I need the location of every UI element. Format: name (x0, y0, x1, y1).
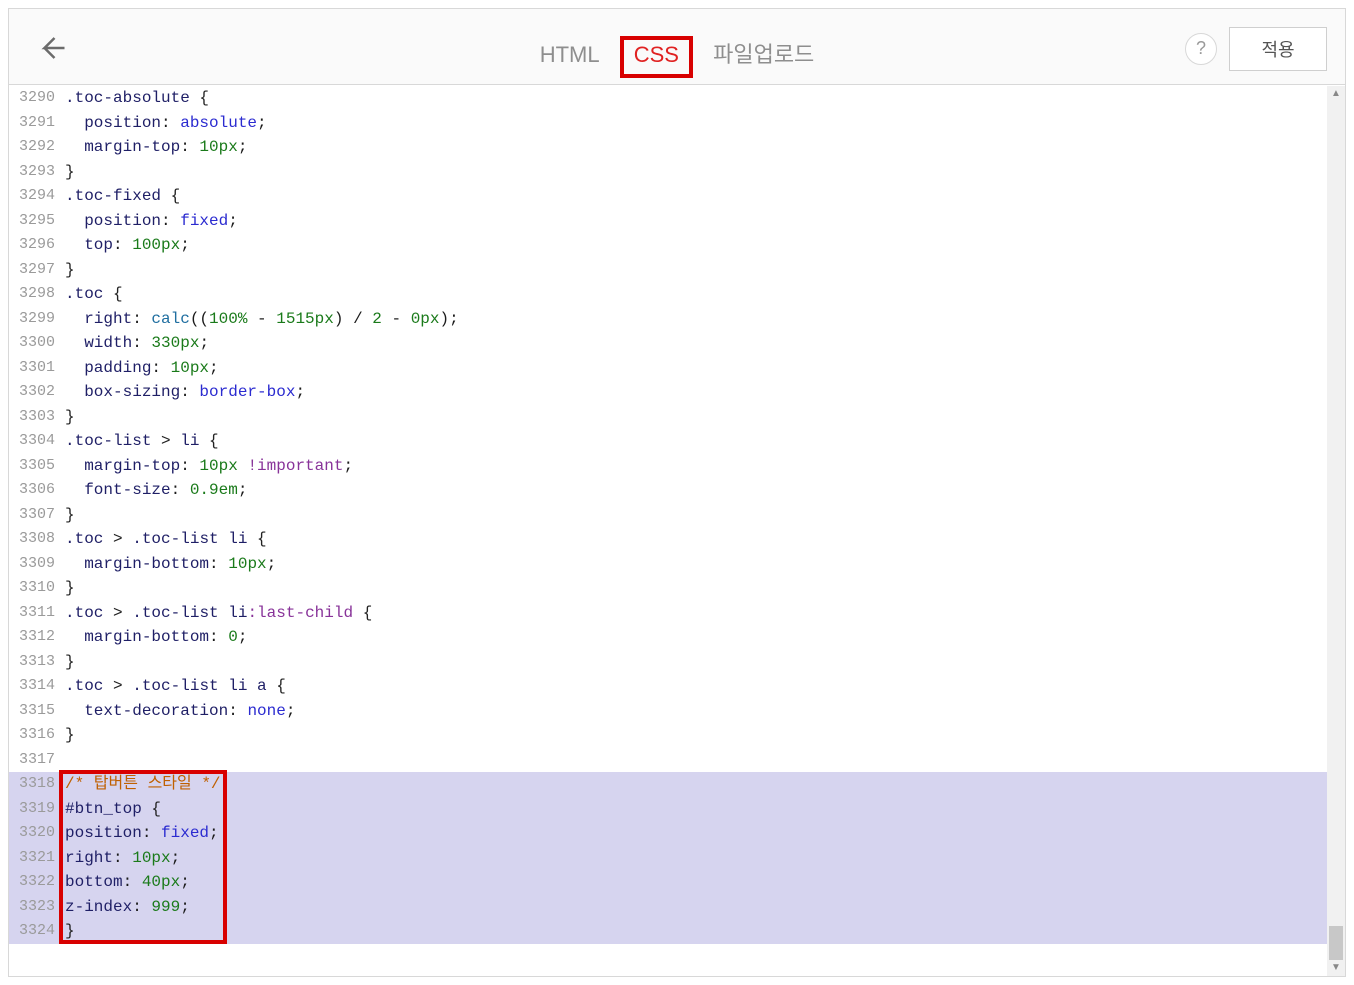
line-number: 3311 (9, 601, 61, 626)
line-number: 3297 (9, 258, 61, 283)
code-line[interactable]: .toc > .toc-list li { (61, 527, 1327, 552)
line-number: 3293 (9, 160, 61, 185)
tabs: HTML CSS 파일업로드 (9, 31, 1345, 78)
code-line[interactable]: top: 100px; (61, 233, 1327, 258)
line-number: 3316 (9, 723, 61, 748)
header-bar: HTML CSS 파일업로드 ? 적용 (9, 9, 1345, 85)
line-number: 3313 (9, 650, 61, 675)
code-line[interactable]: padding: 10px; (61, 356, 1327, 381)
code-line[interactable]: bottom: 40px; (61, 870, 1327, 895)
code-line[interactable]: text-decoration: none; (61, 699, 1327, 724)
code-line[interactable]: #btn_top { (61, 797, 1327, 822)
tab-css[interactable]: CSS (620, 36, 693, 78)
line-number: 3298 (9, 282, 61, 307)
tab-file-upload[interactable]: 파일업로드 (699, 31, 828, 75)
help-button[interactable]: ? (1185, 33, 1217, 65)
scroll-thumb[interactable] (1329, 926, 1343, 960)
code-line[interactable]: width: 330px; (61, 331, 1327, 356)
line-number: 3317 (9, 748, 61, 773)
scroll-up-icon[interactable]: ▲ (1327, 86, 1345, 102)
line-number: 3306 (9, 478, 61, 503)
code-line[interactable]: margin-bottom: 10px; (61, 552, 1327, 577)
code-line[interactable]: margin-bottom: 0; (61, 625, 1327, 650)
line-number: 3290 (9, 86, 61, 111)
line-number: 3321 (9, 846, 61, 871)
line-number: 3323 (9, 895, 61, 920)
code-line[interactable]: position: fixed; (61, 209, 1327, 234)
code-line[interactable]: box-sizing: border-box; (61, 380, 1327, 405)
line-number: 3304 (9, 429, 61, 454)
line-number: 3307 (9, 503, 61, 528)
code-line[interactable]: position: fixed; (61, 821, 1327, 846)
code-line[interactable]: font-size: 0.9em; (61, 478, 1327, 503)
editor-window: HTML CSS 파일업로드 ? 적용 32903291329232933294… (8, 8, 1346, 977)
line-number: 3319 (9, 797, 61, 822)
code-line[interactable]: .toc > .toc-list li a { (61, 674, 1327, 699)
line-number: 3300 (9, 331, 61, 356)
code-line[interactable]: .toc-list > li { (61, 429, 1327, 454)
code-line[interactable]: .toc-fixed { (61, 184, 1327, 209)
code-line[interactable]: } (61, 258, 1327, 283)
line-number: 3320 (9, 821, 61, 846)
line-number: 3295 (9, 209, 61, 234)
code-line[interactable]: } (61, 576, 1327, 601)
code-line[interactable]: } (61, 503, 1327, 528)
line-number: 3310 (9, 576, 61, 601)
line-number: 3303 (9, 405, 61, 430)
code-line[interactable]: } (61, 650, 1327, 675)
scroll-down-icon[interactable]: ▼ (1327, 960, 1345, 976)
code-line[interactable]: margin-top: 10px; (61, 135, 1327, 160)
line-number: 3318 (9, 772, 61, 797)
line-number-gutter: 3290329132923293329432953296329732983299… (9, 86, 61, 976)
code-line[interactable]: right: 10px; (61, 846, 1327, 871)
code-line[interactable]: margin-top: 10px !important; (61, 454, 1327, 479)
code-line[interactable]: } (61, 405, 1327, 430)
line-number: 3314 (9, 674, 61, 699)
line-number: 3305 (9, 454, 61, 479)
tab-html[interactable]: HTML (526, 36, 614, 74)
line-number: 3292 (9, 135, 61, 160)
code-line[interactable]: .toc { (61, 282, 1327, 307)
code-line[interactable]: } (61, 723, 1327, 748)
code-line[interactable]: .toc-absolute { (61, 86, 1327, 111)
line-number: 3301 (9, 356, 61, 381)
line-number: 3291 (9, 111, 61, 136)
code-line[interactable] (61, 748, 1327, 773)
code-line[interactable]: right: calc((100% - 1515px) / 2 - 0px); (61, 307, 1327, 332)
line-number: 3296 (9, 233, 61, 258)
line-number: 3308 (9, 527, 61, 552)
code-line[interactable]: } (61, 919, 1327, 944)
line-number: 3315 (9, 699, 61, 724)
line-number: 3322 (9, 870, 61, 895)
apply-button[interactable]: 적용 (1229, 27, 1327, 71)
code-line[interactable]: /* 탑버튼 스타일 */ (61, 772, 1327, 797)
line-number: 3294 (9, 184, 61, 209)
code-content[interactable]: .toc-absolute { position: absolute; marg… (61, 86, 1327, 976)
code-editor[interactable]: 3290329132923293329432953296329732983299… (9, 86, 1345, 976)
line-number: 3302 (9, 380, 61, 405)
scrollbar-vertical[interactable]: ▲ ▼ (1327, 86, 1345, 976)
code-line[interactable]: .toc > .toc-list li:last-child { (61, 601, 1327, 626)
code-line[interactable]: } (61, 160, 1327, 185)
line-number: 3309 (9, 552, 61, 577)
line-number: 3299 (9, 307, 61, 332)
line-number: 3324 (9, 919, 61, 944)
code-line[interactable]: z-index: 999; (61, 895, 1327, 920)
code-line[interactable]: position: absolute; (61, 111, 1327, 136)
line-number: 3312 (9, 625, 61, 650)
